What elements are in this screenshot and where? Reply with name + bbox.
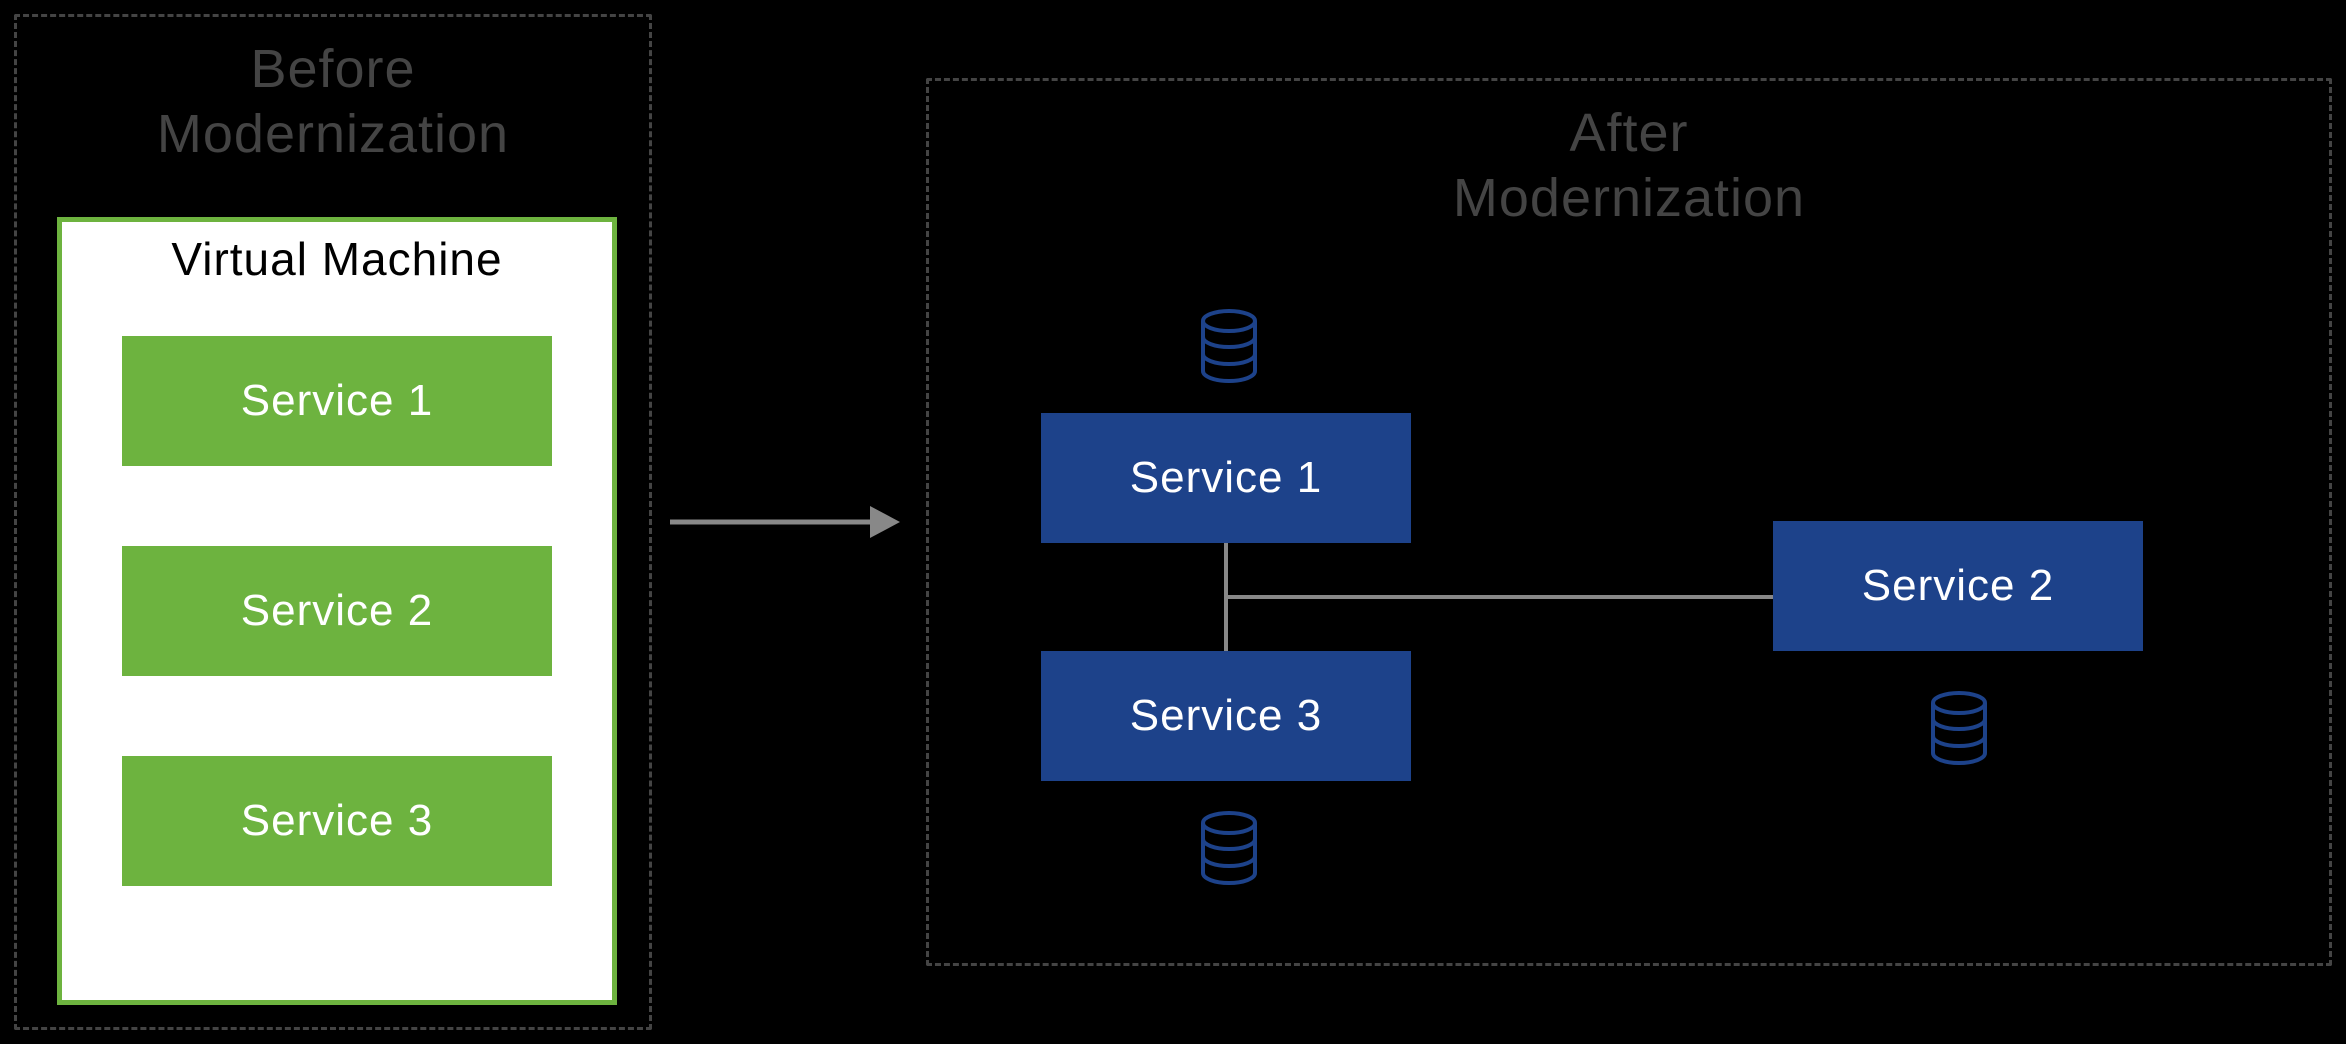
after-service-3: Service 3 (1041, 651, 1411, 781)
before-modernization-panel: Before Modernization Virtual Machine Ser… (14, 14, 652, 1030)
after-service-2: Service 2 (1773, 521, 2143, 651)
before-service-2: Service 2 (122, 546, 552, 676)
database-icon (1929, 691, 1989, 769)
before-service-3: Service 3 (122, 756, 552, 886)
virtual-machine-box: Virtual Machine Service 1 Service 2 Serv… (57, 217, 617, 1005)
after-title-line2: Modernization (1453, 168, 1805, 228)
arrow-icon (670, 492, 900, 552)
before-title: Before Modernization (17, 17, 649, 197)
before-service-1: Service 1 (122, 336, 552, 466)
after-title: After Modernization (929, 81, 2329, 261)
database-icon (1199, 309, 1259, 387)
after-title-line1: After (1569, 103, 1688, 163)
database-icon (1199, 811, 1259, 889)
after-modernization-panel: After Modernization Service 1 Service 3 … (926, 78, 2332, 966)
before-title-line2: Modernization (157, 104, 509, 164)
after-service-1: Service 1 (1041, 413, 1411, 543)
before-title-line1: Before (250, 39, 415, 99)
virtual-machine-title: Virtual Machine (62, 232, 612, 286)
